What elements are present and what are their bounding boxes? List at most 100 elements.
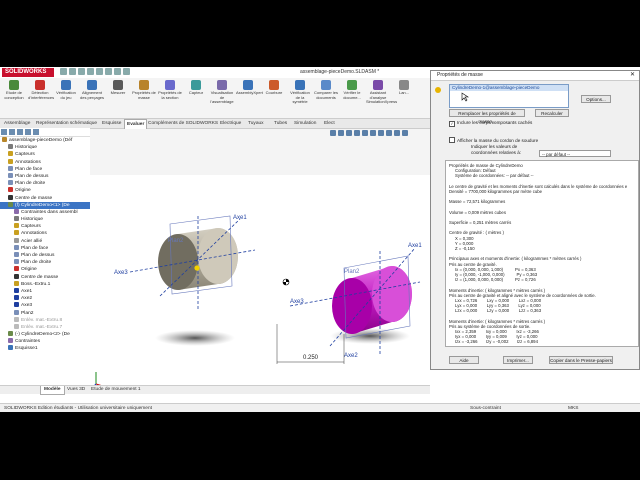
tree-item[interactable]: Capteurs	[0, 151, 90, 158]
tree-item[interactable]: Centre de masse	[0, 194, 90, 202]
tree-item[interactable]: Historique	[0, 144, 90, 151]
tree-item[interactable]: Axe2	[0, 295, 90, 302]
tree-item[interactable]: (f) CylindreDemo<1> (De	[0, 201, 90, 209]
tree-item[interactable]: Boss.-Extru.1	[0, 280, 90, 288]
dimension-value[interactable]: 0.250	[303, 355, 319, 361]
dimxpert-tab-icon[interactable]	[25, 129, 31, 135]
tree-item[interactable]: Plan de droite	[0, 180, 90, 187]
ribbon-button-assembly-viz[interactable]: Visualisation de l'assemblage	[210, 80, 234, 110]
section-view-icon[interactable]	[354, 130, 360, 136]
copy-to-clipboard-button[interactable]: Copier dans le Presse-papiers	[549, 356, 613, 364]
ribbon-button-compare[interactable]: Comparer les documents	[314, 80, 338, 110]
tree-item[interactable]: Annotations	[0, 158, 90, 166]
options-icon[interactable]	[123, 68, 130, 75]
tree-item[interactable]: Plan2	[0, 309, 90, 317]
bottom-tab-2[interactable]: Etude de mouvement 1	[88, 386, 144, 394]
ribbon-button-measure[interactable]: Mesurer	[106, 80, 130, 110]
ribbon-button-assemblyxpert[interactable]: AssemblyXpert	[236, 80, 263, 110]
tab-2[interactable]: Esquisse	[100, 119, 123, 128]
bottom-tab-1[interactable]: Vues 3D	[64, 386, 88, 394]
include-hidden-checkbox-box[interactable]: ✓	[449, 121, 455, 127]
tree-item[interactable]: Plan de dessus	[0, 172, 90, 180]
scene-icon[interactable]	[394, 130, 400, 136]
selection-item[interactable]: CylindreDemo-1@assemblage-pieceDemo	[450, 85, 568, 91]
tree-item[interactable]: Historique	[0, 216, 90, 223]
property-manager-tab-icon[interactable]	[9, 129, 15, 135]
status-units[interactable]: MKS	[568, 404, 578, 412]
override-mass-properties-button[interactable]: Remplacer les propriétés de masse...	[449, 109, 525, 124]
tab-1[interactable]: Représentation schématique	[34, 119, 99, 128]
tree-item[interactable]: (-) CylindreDemo<2> (De	[0, 331, 90, 338]
tab-0[interactable]: Assemblage	[2, 119, 32, 128]
show-weld-mass-checkbox[interactable]: Afficher la masse du cordon de soudure	[449, 137, 538, 144]
rebuild-icon[interactable]	[114, 68, 121, 75]
close-icon[interactable]: ✕	[630, 71, 635, 80]
tree-item[interactable]: Axe3	[0, 302, 90, 309]
ribbon-button-clearance[interactable]: Vérification du jeu	[54, 80, 78, 110]
recalculate-button[interactable]: Recalculer	[535, 109, 569, 117]
cylinder-demo-1[interactable]	[155, 215, 238, 346]
display-manager-tab-icon[interactable]	[33, 129, 39, 135]
zoom-fit-icon[interactable]	[330, 130, 336, 136]
help-button[interactable]: Aide	[449, 356, 479, 364]
tree-item[interactable]: Contraintes dans assembl	[0, 208, 90, 216]
new-icon[interactable]	[60, 68, 67, 75]
hide-show-icon[interactable]	[378, 130, 384, 136]
options-button[interactable]: Options...	[581, 95, 611, 103]
ribbon-button-sensor[interactable]: Capteur	[184, 80, 208, 110]
ribbon-button-mass-props[interactable]: Propriétés de masse	[132, 80, 156, 110]
selection-list[interactable]: CylindreDemo-1@assemblage-pieceDemo	[449, 84, 569, 108]
tree-item[interactable]: assemblage-pieceDemo (Déf	[0, 137, 90, 144]
print-button[interactable]: Imprimer...	[503, 356, 533, 364]
tree-item[interactable]: Origine	[0, 266, 90, 273]
ribbon-button-section-props[interactable]: Propriétés de la section	[158, 80, 182, 110]
select-icon[interactable]	[105, 68, 112, 75]
tab-7[interactable]: Tubes	[272, 119, 289, 128]
tree-item[interactable]: Plan de face	[0, 165, 90, 173]
view-orientation-icon[interactable]	[362, 130, 368, 136]
ribbon-button-symmetry[interactable]: Vérification de la symétrie	[288, 80, 312, 110]
config-manager-tab-icon[interactable]	[17, 129, 23, 135]
tree-item[interactable]: Enlèv. mat.-Extru.7	[0, 323, 90, 331]
tree-item[interactable]: Axe1	[0, 287, 90, 295]
bottom-tab-0[interactable]: Modèle	[40, 386, 65, 395]
ribbon-button-study[interactable]: Etude de conception	[2, 80, 26, 110]
tree-item[interactable]: Origine	[0, 187, 90, 194]
tab-5[interactable]: Electrique	[218, 119, 243, 128]
cylinder-demo-2[interactable]	[330, 255, 412, 344]
ribbon-button-simxpress[interactable]: Assistant d'analyse SimulationXpress	[366, 80, 397, 110]
tab-8[interactable]: Simulation	[292, 119, 318, 128]
tree-item[interactable]: Contraintes	[0, 338, 90, 345]
undo-icon[interactable]	[96, 68, 103, 75]
tab-9[interactable]: Elect	[322, 119, 337, 128]
appearance-icon[interactable]	[386, 130, 392, 136]
tree-item[interactable]: Centre de masse	[0, 273, 90, 281]
tree-item[interactable]: Enlèv. mat.-Extru.8	[0, 316, 90, 324]
previous-view-icon[interactable]	[346, 130, 352, 136]
display-style-icon[interactable]	[370, 130, 376, 136]
ribbon-button-curvature[interactable]: Courbure	[262, 80, 286, 110]
ribbon-button-launch[interactable]: Lan...	[392, 80, 416, 110]
tab-4[interactable]: Compléments de SOLIDWORKS	[146, 119, 220, 128]
ribbon-button-interference[interactable]: Détection d'interférences	[28, 80, 54, 110]
zoom-area-icon[interactable]	[338, 130, 344, 136]
open-icon[interactable]	[69, 68, 76, 75]
coordinate-system-select[interactable]: -- par défaut --	[539, 150, 611, 157]
ribbon-button-hole-align[interactable]: Alignement des perçages	[80, 80, 104, 110]
print-icon[interactable]	[87, 68, 94, 75]
tree-item[interactable]: Annotations	[0, 230, 90, 237]
tree-item[interactable]: Capteurs	[0, 223, 90, 230]
tree-item[interactable]: Esquisse1	[0, 345, 90, 352]
graphics-area[interactable]: Axe1 Axe3 Plan2 Axe1 Axe3 Axe2 Plan2 0.2…	[90, 186, 430, 396]
distance-dimension[interactable]: 0.250	[276, 324, 345, 364]
feature-tree-tab-icon[interactable]	[1, 129, 7, 135]
tab-6[interactable]: Tuyaux	[246, 119, 266, 128]
ribbon-button-check[interactable]: Vérifier le docume...	[340, 80, 364, 110]
tree-item[interactable]: Plan de face	[0, 244, 90, 252]
tree-item[interactable]: Acier allié	[0, 237, 90, 245]
view-settings-icon[interactable]	[402, 130, 408, 136]
tab-3[interactable]: Evaluer	[124, 119, 148, 129]
tree-item[interactable]: Plan de droite	[0, 259, 90, 266]
include-hidden-checkbox[interactable]: ✓ Inclure les corps/composants cachés	[449, 120, 532, 127]
show-weld-mass-checkbox-box[interactable]	[449, 137, 455, 143]
